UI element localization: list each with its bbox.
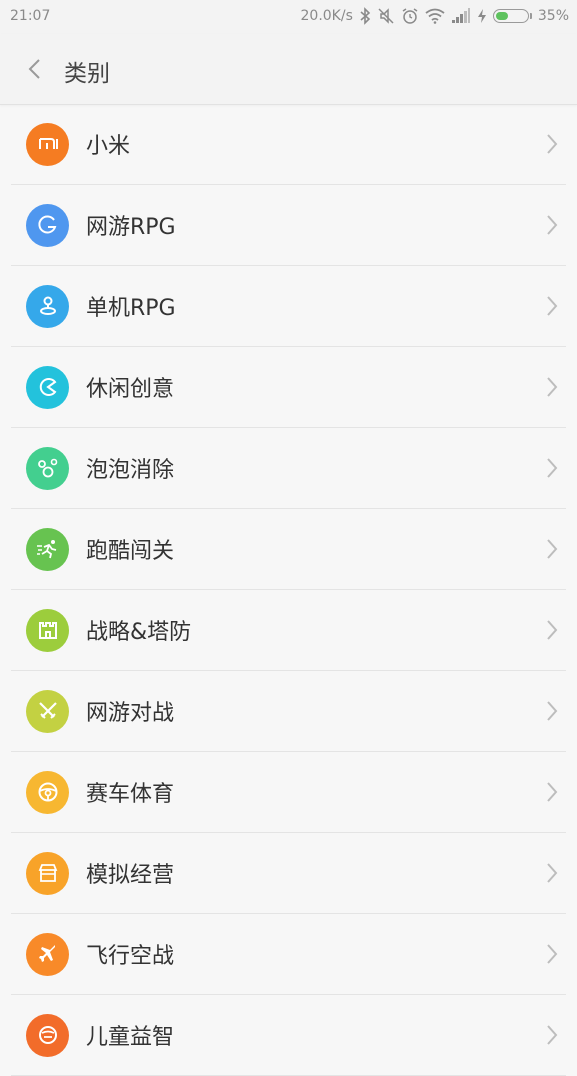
chevron-right-icon bbox=[547, 296, 558, 316]
chevron-right-icon bbox=[547, 377, 558, 397]
chevron-right-icon bbox=[547, 944, 558, 964]
status-time: 21:07 bbox=[10, 8, 51, 24]
category-label: 赛车体育 bbox=[86, 782, 175, 807]
shop-icon bbox=[38, 864, 57, 882]
category-icon-circle bbox=[26, 365, 69, 409]
category-icon-circle bbox=[26, 122, 69, 166]
charging-icon bbox=[477, 9, 486, 23]
mi-logo-icon bbox=[38, 138, 58, 149]
bubbles-icon bbox=[37, 458, 57, 478]
back-button[interactable] bbox=[20, 54, 50, 84]
category-label: 跑酷闯关 bbox=[86, 539, 175, 564]
joystick-icon bbox=[39, 296, 56, 315]
category-item-simulation[interactable]: 模拟经营 bbox=[11, 833, 566, 914]
steering-wheel-icon bbox=[38, 782, 57, 802]
puzzle-icon bbox=[38, 1026, 57, 1044]
runner-icon bbox=[36, 540, 56, 559]
category-item-online-battle[interactable]: 网游对战 bbox=[11, 671, 566, 752]
header: 类别 bbox=[0, 34, 577, 105]
wifi-icon bbox=[425, 8, 445, 24]
pacman-icon bbox=[39, 378, 56, 396]
chevron-right-icon bbox=[547, 134, 558, 154]
battery-percent: 35% bbox=[537, 8, 569, 24]
g-letter-icon bbox=[37, 215, 56, 234]
alarm-icon bbox=[402, 8, 418, 24]
category-label: 小米 bbox=[86, 134, 131, 159]
category-icon-circle bbox=[26, 527, 69, 571]
category-item-parkour[interactable]: 跑酷闯关 bbox=[11, 509, 566, 590]
chevron-right-icon bbox=[547, 701, 558, 721]
category-label: 模拟经营 bbox=[86, 863, 175, 888]
bluetooth-icon bbox=[360, 7, 371, 25]
category-icon-circle bbox=[26, 851, 69, 895]
category-icon-circle bbox=[26, 284, 69, 328]
category-icon-circle bbox=[26, 203, 69, 247]
category-item-strategy[interactable]: 战略&塔防 bbox=[11, 590, 566, 671]
status-icons: 20.0K/s 35% bbox=[300, 7, 569, 25]
category-item-casual[interactable]: 休闲创意 bbox=[11, 347, 566, 428]
chevron-right-icon bbox=[547, 620, 558, 640]
signal-icon bbox=[451, 8, 470, 23]
category-item-single-rpg[interactable]: 单机RPG bbox=[11, 266, 566, 347]
category-label: 网游RPG bbox=[86, 215, 176, 240]
category-label: 单机RPG bbox=[86, 296, 176, 321]
battery-icon bbox=[492, 9, 532, 23]
chevron-right-icon bbox=[547, 458, 558, 478]
chevron-right-icon bbox=[547, 782, 558, 802]
mute-icon bbox=[378, 8, 394, 24]
category-item-online-rpg[interactable]: 网游RPG bbox=[11, 185, 566, 266]
category-icon-circle bbox=[26, 446, 69, 490]
chevron-right-icon bbox=[547, 1025, 558, 1045]
category-list: 小米 网游RPG 单机RPG 休闲创意 泡泡消除 跑酷闯关 战略&塔防 网游对战… bbox=[0, 104, 577, 1076]
status-bar: 21:07 20.0K/s 35% bbox=[0, 0, 577, 34]
category-item-xiaomi[interactable]: 小米 bbox=[11, 104, 566, 185]
category-label: 休闲创意 bbox=[86, 377, 175, 402]
category-item-racing-sports[interactable]: 赛车体育 bbox=[11, 752, 566, 833]
category-icon-circle bbox=[26, 689, 69, 733]
category-icon-circle bbox=[26, 932, 69, 976]
category-item-bubble[interactable]: 泡泡消除 bbox=[11, 428, 566, 509]
chevron-right-icon bbox=[547, 215, 558, 235]
chevron-right-icon bbox=[547, 863, 558, 883]
category-item-kids-puzzle[interactable]: 儿童益智 bbox=[11, 995, 566, 1076]
category-label: 泡泡消除 bbox=[86, 458, 175, 483]
category-icon-circle bbox=[26, 608, 69, 652]
category-icon-circle bbox=[26, 1013, 69, 1057]
category-label: 网游对战 bbox=[86, 701, 175, 726]
airplane-icon bbox=[38, 945, 55, 962]
crossed-swords-icon bbox=[38, 702, 57, 719]
category-item-flight-combat[interactable]: 飞行空战 bbox=[11, 914, 566, 995]
chevron-left-icon bbox=[28, 59, 40, 79]
castle-icon bbox=[38, 622, 57, 639]
chevron-right-icon bbox=[547, 539, 558, 559]
category-label: 飞行空战 bbox=[86, 944, 175, 969]
category-label: 战略&塔防 bbox=[86, 620, 192, 645]
net-speed: 20.0K/s bbox=[300, 8, 353, 24]
category-icon-circle bbox=[26, 770, 69, 814]
page-title: 类别 bbox=[64, 61, 110, 87]
